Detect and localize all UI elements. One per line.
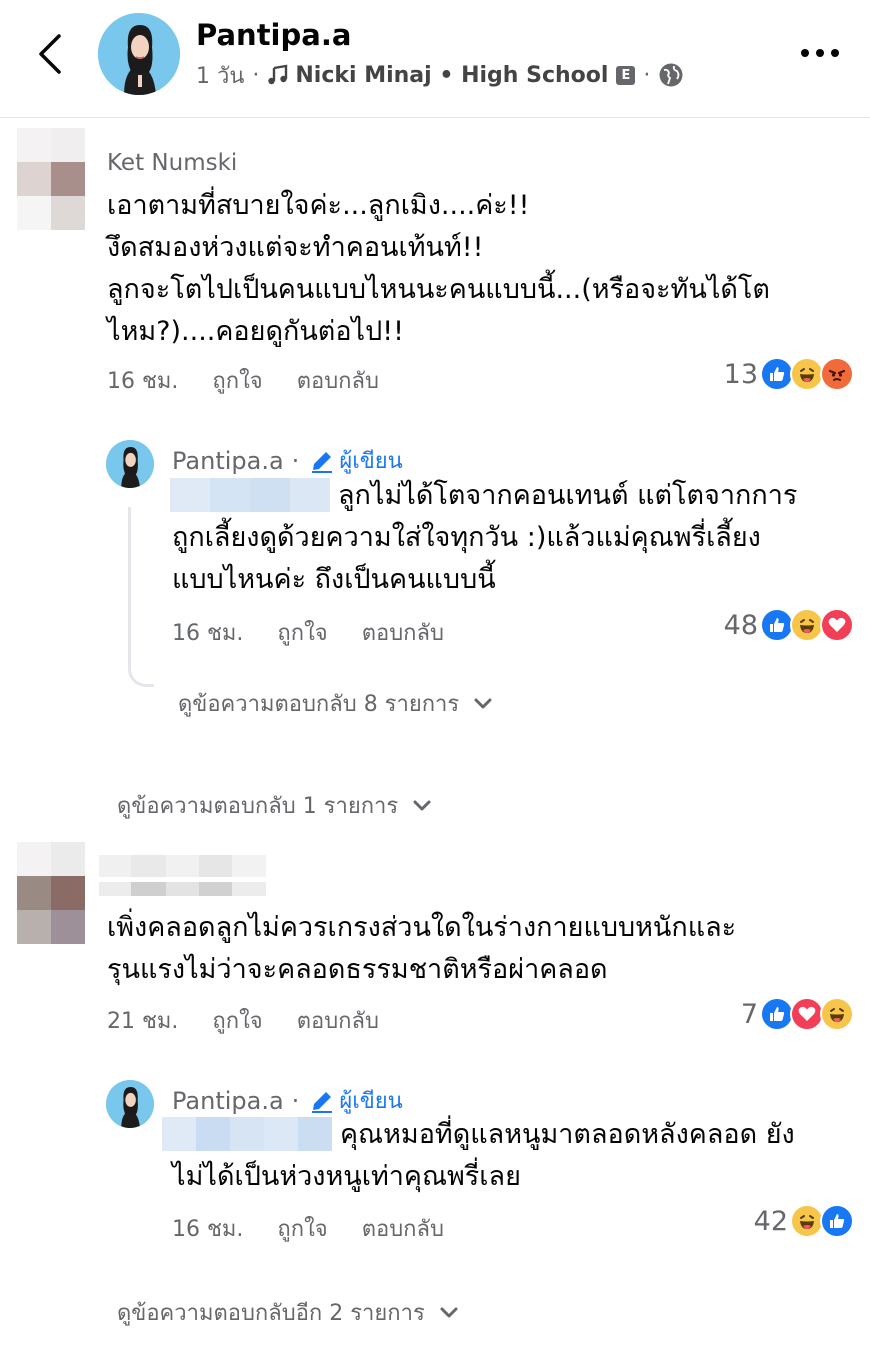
pencil-icon [312,451,333,473]
love-reaction-icon [790,997,824,1031]
song-title[interactable]: Nicki Minaj • High School [295,63,608,88]
haha-reaction-icon [790,1204,824,1238]
like-reaction-icon [760,357,794,391]
reply-actions: 16 ชม. ถูกใจ ตอบกลับ [172,615,444,650]
comment-actions: 16 ชม. ถูกใจ ตอบกลับ [107,363,379,398]
commenter-avatar[interactable] [17,128,85,230]
post-header: Pantipa.a 1 วัน · Nicki Minaj • High Sch… [0,0,870,118]
globe-icon [658,62,684,88]
reply-header: Pantipa.a · ผู้เขียน [172,1083,403,1118]
reply-line: ลูกไม่ได้โตจากคอนเทนต์ แต่โตจากการ [338,480,798,511]
haha-reaction-icon [790,357,824,391]
like-button[interactable]: ถูกใจ [212,1003,262,1038]
view-more-replies-button[interactable]: ดูข้อความตอบกลับอีก 2 รายการ [117,1295,459,1330]
comment-line: ลูกจะโตไปเป็นคนแบบไหนนะคนแบบนี้...(หรือจ… [107,274,770,305]
view-more-replies-button[interactable]: ดูข้อความตอบกลับ 1 รายการ [117,788,432,823]
post-time[interactable]: 1 วัน [196,58,244,93]
reaction-summary[interactable]: 48 [724,608,854,642]
reply-button[interactable]: ตอบกลับ [297,1003,379,1038]
reply-author-avatar[interactable] [106,440,154,488]
chevron-down-icon [412,799,432,813]
like-reaction-icon [820,1204,854,1238]
reply-button[interactable]: ตอบกลับ [362,615,444,650]
like-button[interactable]: ถูกใจ [212,363,262,398]
reply-author-name[interactable]: Pantipa.a [172,1087,284,1115]
reaction-summary[interactable]: 13 [724,357,854,391]
reply-line: ถูกเลี้ยงดูด้วยความใส่ใจทุกวัน :)แล้วแม่… [172,522,761,553]
reply-button[interactable]: ตอบกลับ [362,1211,444,1246]
comment-time[interactable]: 21 ชม. [107,1003,178,1038]
like-button[interactable]: ถูกใจ [277,1211,327,1246]
comment-line: เอาตามที่สบายใจค่ะ...ลูกเมิง....ค่ะ!! [107,190,530,221]
author-badge: ผู้เขียน [309,1083,403,1118]
commenter-name[interactable] [99,855,266,877]
author-badge-label: ผู้เขียน [339,449,403,474]
reply-line: คุณหมอที่ดูแลหนูมาตลอดหลังคลอด ยัง [340,1119,795,1150]
reply-author-name[interactable]: Pantipa.a [172,447,284,475]
author-name[interactable]: Pantipa.a [196,18,351,52]
haha-reaction-icon [790,608,824,642]
chevron-left-icon [39,34,61,74]
comment-actions: 21 ชม. ถูกใจ ตอบกลับ [107,1003,379,1038]
separator-dot: · [291,1086,300,1115]
author-avatar[interactable] [98,13,180,95]
author-badge-label: ผู้เขียน [339,1089,403,1114]
love-reaction-icon [820,608,854,642]
comment-text: เพิ่งคลอดลูกไม่ควรเกรงส่วนใดในร่างกายแบบ… [107,907,847,991]
reaction-summary[interactable]: 42 [754,1204,854,1238]
reply-actions: 16 ชม. ถูกใจ ตอบกลับ [172,1211,444,1246]
commenter-avatar[interactable] [17,842,85,944]
commenter-name[interactable]: Ket Numski [107,150,237,176]
reaction-count: 48 [723,609,758,641]
reply-text: คุณหมอที่ดูแลหนูมาตลอดหลังคลอด ยัง ไม่ได… [172,1114,852,1198]
reply-button[interactable]: ตอบกลับ [297,363,379,398]
reply-author-avatar[interactable] [106,1080,154,1128]
reply-time[interactable]: 16 ชม. [172,615,243,650]
comment-line: ไหม?)....คอยดูกันต่อไป!! [107,316,404,347]
commenter-name-blur [99,882,266,896]
reply-line: แบบไหนค่ะ ถึงเป็นคนแบบนี้ [172,564,496,595]
post-meta: 1 วัน · Nicki Minaj • High School E · [196,60,684,90]
pencil-icon [312,1091,333,1113]
more-dots-icon [801,49,839,57]
like-reaction-icon [760,997,794,1031]
haha-reaction-icon [820,997,854,1031]
reply-line: ไม่ได้เป็นห่วงหนูเท่าคุณพรี่เลย [172,1161,521,1192]
separator-dot: · [291,446,300,475]
back-button[interactable] [28,28,72,80]
reply-text: ลูกไม่ได้โตจากคอนเทนต์ แต่โตจากการ ถูกเล… [172,475,852,601]
chevron-down-icon [473,697,493,711]
view-replies-label: ดูข้อความตอบกลับ 1 รายการ [117,794,399,819]
like-button[interactable]: ถูกใจ [277,615,327,650]
reply-header: Pantipa.a · ผู้เขียน [172,443,403,478]
reaction-summary[interactable]: 7 [741,997,854,1031]
like-reaction-icon [760,608,794,642]
view-replies-label: ดูข้อความตอบกลับอีก 2 รายการ [117,1301,425,1326]
explicit-badge: E [616,65,636,85]
music-note-icon [267,64,289,86]
view-replies-label: ดูข้อความตอบกลับ 8 รายการ [178,692,460,717]
reaction-count: 42 [753,1205,788,1237]
comment-time[interactable]: 16 ชม. [107,363,178,398]
chevron-down-icon [439,1306,459,1320]
reaction-count: 13 [723,358,758,390]
comment-line: รุนแรงไม่ว่าจะคลอดธรรมชาติหรือผ่าคลอด [107,954,608,985]
separator-dot: · [643,62,651,88]
comment-text: เอาตามที่สบายใจค่ะ...ลูกเมิง....ค่ะ!! งึ… [107,185,847,353]
comment-line: งึดสมองห่วงแต่จะทำคอนเท้นท์!! [107,232,484,263]
separator-dot: · [252,62,260,88]
comment-line: เพิ่งคลอดลูกไม่ควรเกรงส่วนใดในร่างกายแบบ… [107,912,737,943]
reaction-count: 7 [740,998,758,1030]
angry-reaction-icon [820,357,854,391]
author-badge: ผู้เขียน [309,443,403,478]
reply-time[interactable]: 16 ชม. [172,1211,243,1246]
view-nested-replies-button[interactable]: ดูข้อความตอบกลับ 8 รายการ [178,686,493,721]
thread-connector [128,507,154,687]
more-options-button[interactable] [800,38,840,68]
